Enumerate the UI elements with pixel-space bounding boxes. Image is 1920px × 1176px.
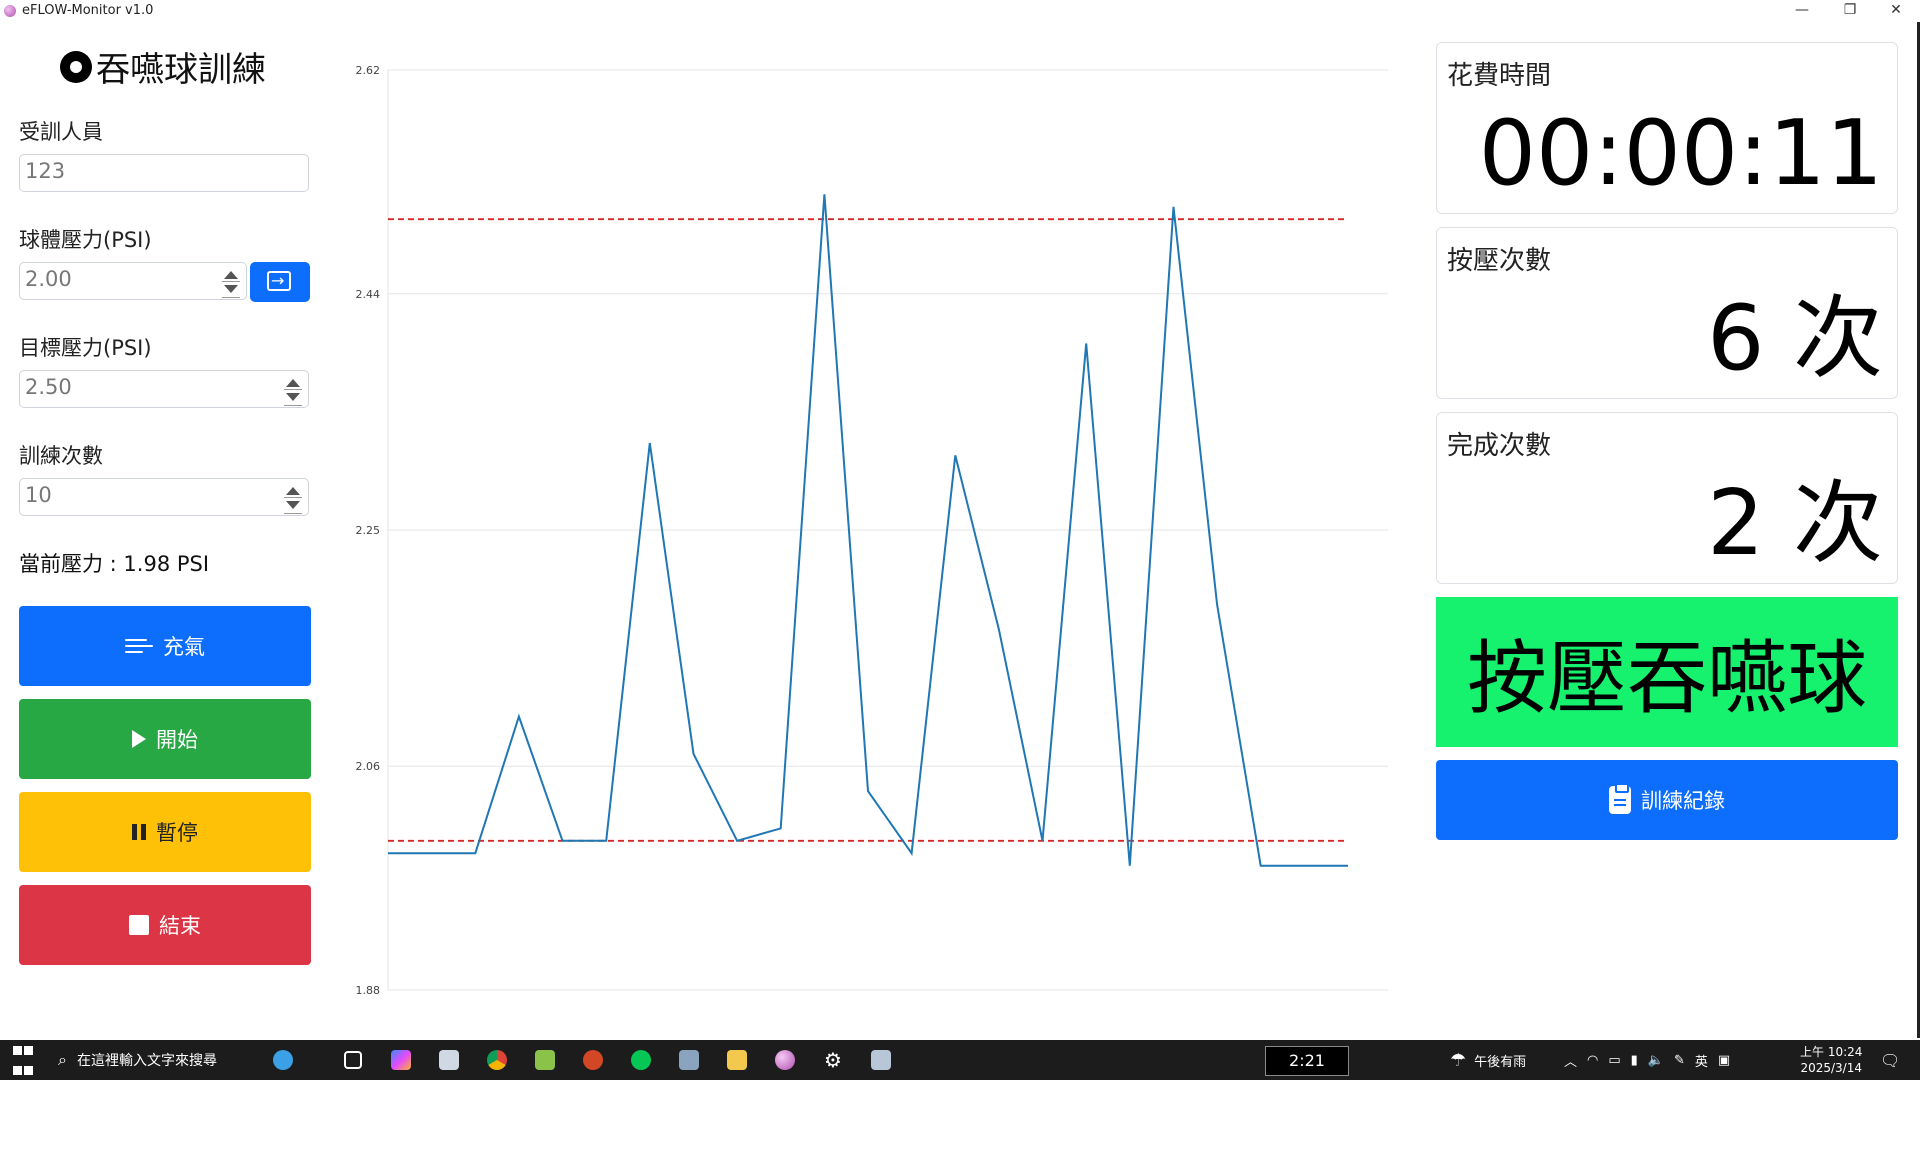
pen-icon[interactable]: ✎ <box>1674 1053 1685 1068</box>
elapsed-time-value: 00:00:11 <box>1478 101 1883 206</box>
copilot-icon[interactable] <box>386 1040 416 1080</box>
minimize-button[interactable]: — <box>1782 0 1822 22</box>
complete-count-card: 完成次數 2 次 <box>1436 412 1898 584</box>
start-button[interactable]: 開始 <box>19 699 311 779</box>
camera-icon[interactable] <box>674 1040 704 1080</box>
line-icon[interactable] <box>626 1040 656 1080</box>
elapsed-time-card: 花費時間 00:00:11 <box>1436 42 1898 214</box>
training-count-spinner[interactable] <box>278 479 308 517</box>
ball-pressure-value: 2.00 <box>25 267 72 291</box>
ime-mode-icon[interactable]: ▣ <box>1718 1053 1730 1068</box>
play-icon <box>132 730 146 748</box>
training-record-button[interactable]: 訓練紀錄 <box>1436 760 1898 840</box>
notification-icon[interactable]: 🗨 <box>1880 1040 1900 1080</box>
pressure-chart: 2.62 2.44 2.25 2.06 1.88 <box>356 64 1388 997</box>
training-count-value: 10 <box>25 483 52 507</box>
y-tick-label: 2.44 <box>356 288 381 301</box>
weather-widget[interactable]: ☂ 午後有雨 <box>1450 1040 1526 1080</box>
apply-pressure-button[interactable]: → <box>250 262 310 302</box>
target-pressure-stepper[interactable]: 2.50 <box>19 370 309 408</box>
y-tick-label: 2.25 <box>356 524 381 537</box>
page-title: 吞嚥球訓練 <box>60 42 266 91</box>
volume-icon[interactable]: 🔈 <box>1648 1053 1664 1068</box>
evernote-icon[interactable] <box>530 1040 560 1080</box>
ball-pressure-spinner[interactable] <box>216 263 246 301</box>
pause-label: 暫停 <box>156 821 198 845</box>
page-title-text: 吞嚥球訓練 <box>96 50 266 90</box>
press-count-card: 按壓次數 6 次 <box>1436 227 1898 399</box>
app-icon <box>4 5 16 17</box>
y-tick-label: 1.88 <box>356 984 381 997</box>
search-icon: ⌕ <box>58 1050 67 1069</box>
inflate-button[interactable]: 充氣 <box>19 606 311 686</box>
clipboard-icon <box>1609 783 1631 814</box>
weather-text: 午後有雨 <box>1474 1054 1527 1070</box>
start-menu-button[interactable] <box>12 1040 36 1080</box>
screen-margin <box>0 1080 1920 1176</box>
training-record-label: 訓練紀錄 <box>1641 789 1725 813</box>
window-title: eFLOW-Monitor v1.0 <box>22 3 154 18</box>
clock-date: 2025/3/14 <box>1800 1061 1862 1075</box>
target-pressure-spinner[interactable] <box>278 371 308 409</box>
target-pressure-label: 目標壓力(PSI) <box>19 336 152 360</box>
current-pressure-readout: 當前壓力 : 1.98 PSI <box>19 552 210 576</box>
start-label: 開始 <box>156 728 198 752</box>
chrome-icon[interactable] <box>482 1040 512 1080</box>
ball-pressure-label: 球體壓力(PSI) <box>19 228 152 252</box>
battery-icon[interactable]: ▮ <box>1631 1053 1638 1068</box>
task-view-icon[interactable] <box>338 1040 368 1080</box>
chevron-up-icon[interactable]: ︿ <box>1564 1051 1577 1070</box>
pause-icon <box>132 824 146 840</box>
trainee-input[interactable]: 123 <box>19 154 309 192</box>
snipping-tool-icon[interactable] <box>866 1040 896 1080</box>
media-timer[interactable]: 2:21 <box>1265 1046 1349 1076</box>
stop-label: 結束 <box>159 914 201 938</box>
y-tick-label: 2.62 <box>356 64 381 77</box>
press-count-label: 按壓次數 <box>1447 246 1552 276</box>
elapsed-time-label: 花費時間 <box>1447 61 1552 91</box>
taskbar-clock[interactable]: 上午 10:24 2025/3/14 <box>1800 1040 1862 1080</box>
stop-icon <box>129 915 149 935</box>
rain-umbrella-icon: ☂ <box>1450 1049 1467 1071</box>
target-pressure-value: 2.50 <box>25 375 72 399</box>
settings-gear-icon[interactable]: ⚙ <box>818 1040 848 1080</box>
taskbar-pinned-apps: ⚙ <box>268 1040 896 1080</box>
powerpoint-icon[interactable] <box>578 1040 608 1080</box>
training-count-stepper[interactable]: 10 <box>19 478 309 516</box>
ime-indicator[interactable]: 英 <box>1695 1051 1708 1070</box>
trainee-label: 受訓人員 <box>19 120 103 144</box>
taskbar-search[interactable]: ⌕ 在這裡輸入文字來搜尋 <box>58 1040 217 1080</box>
ball-pressure-stepper[interactable]: 2.00 <box>19 262 247 300</box>
eflow-monitor-icon[interactable] <box>770 1040 800 1080</box>
system-tray: ︿ ◠ ▭ ▮ 🔈 ✎ 英 ▣ <box>1564 1040 1730 1080</box>
radio-dot-icon <box>60 50 92 83</box>
pause-button[interactable]: 暫停 <box>19 792 311 872</box>
training-count-label: 訓練次數 <box>19 444 103 468</box>
wind-icon <box>125 636 153 656</box>
file-explorer-icon[interactable] <box>722 1040 752 1080</box>
paint-icon[interactable] <box>434 1040 464 1080</box>
close-button[interactable]: ✕ <box>1876 0 1916 22</box>
wifi-icon[interactable]: ◠ <box>1587 1053 1598 1068</box>
stop-button[interactable]: 結束 <box>19 885 311 965</box>
inflate-label: 充氣 <box>163 635 205 659</box>
cortana-icon[interactable] <box>268 1040 298 1080</box>
title-bar: eFLOW-Monitor v1.0 — ❐ ✕ <box>0 0 1920 22</box>
complete-count-value: 2 次 <box>1707 471 1883 576</box>
meet-now-icon[interactable]: ▭ <box>1608 1053 1620 1068</box>
instruction-banner: 按壓吞嚥球 <box>1436 597 1898 747</box>
restore-button[interactable]: ❐ <box>1830 0 1870 22</box>
complete-count-label: 完成次數 <box>1447 431 1552 461</box>
y-tick-label: 2.06 <box>356 760 381 773</box>
press-count-value: 6 次 <box>1707 286 1883 391</box>
clock-time: 上午 10:24 <box>1800 1045 1863 1059</box>
search-placeholder: 在這裡輸入文字來搜尋 <box>76 1053 217 1069</box>
